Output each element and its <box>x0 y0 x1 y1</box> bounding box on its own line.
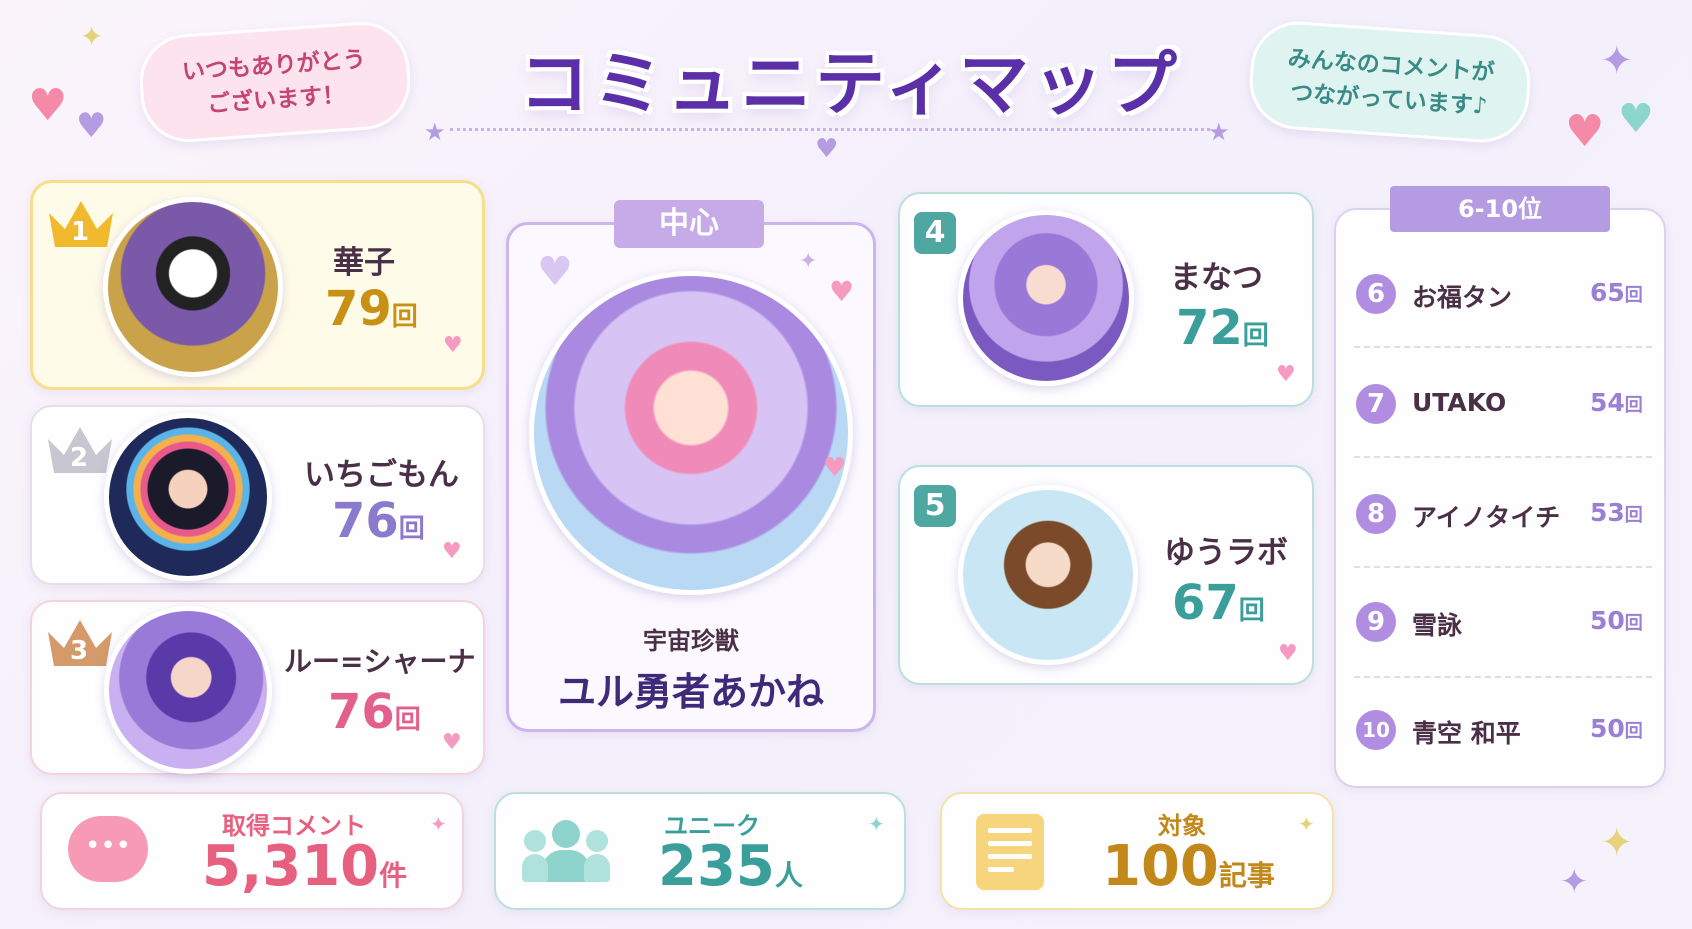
center-tag: 中心 <box>614 200 764 248</box>
list-item[interactable]: 8 アイノタイチ 53回 <box>1340 460 1650 568</box>
sparkle-icon: ✦ <box>799 249 818 274</box>
ranking-6-10-header: 6-10位 <box>1390 186 1610 232</box>
heart-icon: ♥ <box>815 134 839 164</box>
list-item[interactable]: 6 お福タン 65回 <box>1340 240 1650 348</box>
sparkle-icon: ✦ <box>80 20 104 53</box>
sparkle-icon: ✦ <box>1298 812 1315 836</box>
divider <box>1354 456 1652 458</box>
rank-badge: 4 <box>914 212 956 254</box>
heart-icon: ♥ <box>76 106 107 146</box>
comment-count: 65回 <box>1590 278 1643 307</box>
rank-number: 7 <box>1356 384 1396 424</box>
rank-number: 6 <box>1356 274 1396 314</box>
rank-card-4[interactable]: 4 まなつ 72回 ♥ <box>898 192 1314 407</box>
user-name: アイノタイチ <box>1412 503 1561 532</box>
avatar-girl-rainbow <box>104 413 272 581</box>
page-title: コミュニティマップ <box>519 43 1181 125</box>
stat-value: 100記事 <box>1102 834 1275 899</box>
comment-count: 50回 <box>1590 606 1643 635</box>
users-icon <box>522 820 610 884</box>
sparkle-icon: ✦ <box>1600 38 1634 84</box>
speech-bubble-comments: みんなのコメントが つながっています♪ <box>1246 18 1534 146</box>
center-subtitle: 宇宙珍獣 <box>643 627 739 655</box>
avatar-brown-hair <box>958 485 1138 665</box>
heart-icon: ♥ <box>442 539 462 564</box>
heart-icon: ♥ <box>1618 96 1654 142</box>
user-name: 華子 <box>333 245 395 281</box>
comment-count: 76回 <box>332 493 425 549</box>
stat-card-unique: ユニーク 235人 ✦ <box>494 792 906 910</box>
rank-number: 2 <box>70 443 89 473</box>
heart-icon: ♥ <box>829 275 855 308</box>
user-name: ゆうラボ <box>1164 535 1288 571</box>
comment-count: 76回 <box>328 684 421 740</box>
sparkle-icon: ✦ <box>1600 820 1634 866</box>
heart-icon: ♥ <box>28 80 68 131</box>
rank-number: 9 <box>1356 602 1396 642</box>
rank-card-3[interactable]: 3 ルー=シャーナ 76回 ♥ <box>30 600 485 775</box>
heart-icon: ♥ <box>1565 106 1605 157</box>
star-icon: ★ <box>424 118 446 146</box>
rank-card-5[interactable]: 5 ゆうラボ 67回 ♥ <box>898 465 1314 685</box>
rank-card-1[interactable]: 1 華子 79回 ♥ <box>30 180 485 390</box>
user-name: 青空 和平 <box>1412 719 1521 748</box>
user-name: いちごもん <box>304 457 459 493</box>
list-item[interactable]: 9 雪詠 50回 <box>1340 568 1650 676</box>
avatar-cat-girl <box>958 210 1134 386</box>
user-name: 雪詠 <box>1412 611 1463 640</box>
center-name: ユル勇者あかね <box>557 670 824 714</box>
rank-card-2[interactable]: 2 いちごもん 76回 ♥ <box>30 405 485 585</box>
heart-icon: ♥ <box>443 333 463 358</box>
sparkle-icon: ✦ <box>868 812 885 836</box>
rank-number: 8 <box>1356 494 1396 534</box>
comment-count: 53回 <box>1590 498 1643 527</box>
chat-bubble-icon: ••• <box>68 816 148 882</box>
rank-number: 10 <box>1356 710 1396 750</box>
comment-count: 79回 <box>325 281 418 337</box>
user-name: まなつ <box>1170 260 1263 296</box>
document-icon <box>976 814 1044 890</box>
heart-icon: ♥ <box>537 249 573 295</box>
rank-number: 3 <box>70 636 89 666</box>
comment-count: 54回 <box>1590 388 1643 417</box>
rank-number: 1 <box>71 217 90 247</box>
heart-icon: ♥ <box>1278 641 1298 666</box>
user-name: ルー=シャーナ <box>284 645 476 678</box>
user-name: UTAKO <box>1412 388 1507 417</box>
divider <box>1354 346 1652 348</box>
rank-badge: 5 <box>914 485 956 527</box>
list-item[interactable]: 7 UTAKO 54回 <box>1340 350 1650 458</box>
user-name: お福タン <box>1412 283 1513 312</box>
stat-value: 5,310件 <box>202 834 408 899</box>
heart-icon: ♥ <box>1276 362 1296 387</box>
avatar-purple-hair <box>104 606 272 774</box>
stat-card-comments: ••• 取得コメント 5,310件 ✦ <box>40 792 464 910</box>
comment-count: 50回 <box>1590 714 1643 743</box>
avatar-center-character <box>529 271 853 595</box>
center-card[interactable]: ♥ ♥ ✦ ♥ 宇宙珍獣 ユル勇者あかね <box>506 222 876 732</box>
comment-count: 72回 <box>1176 300 1269 356</box>
sparkle-icon: ✦ <box>430 812 447 836</box>
stat-card-articles: 対象 100記事 ✦ <box>940 792 1334 910</box>
avatar-panda <box>103 197 283 377</box>
speech-bubble-thanks: いつもありがとう ございます！ <box>136 18 414 146</box>
heart-icon: ♥ <box>823 453 847 483</box>
sparkle-icon: ✦ <box>1560 862 1589 902</box>
stat-value: 235人 <box>658 834 803 899</box>
divider <box>450 128 1210 131</box>
list-item[interactable]: 10 青空 和平 50回 <box>1340 676 1650 784</box>
comment-count: 67回 <box>1172 575 1265 631</box>
heart-icon: ♥ <box>442 730 462 755</box>
